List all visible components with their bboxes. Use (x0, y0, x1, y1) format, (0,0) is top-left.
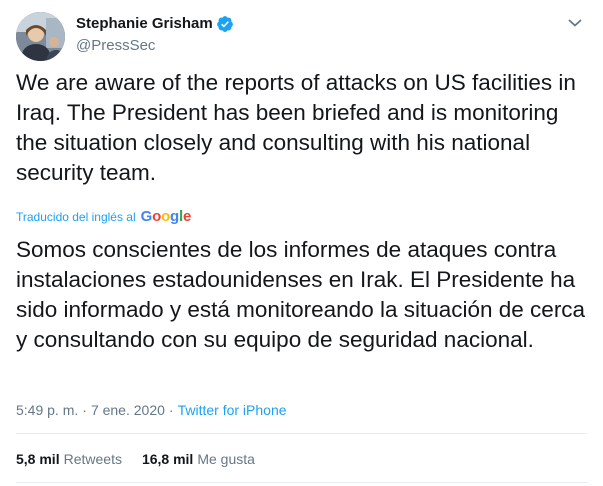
verified-badge-icon (216, 15, 234, 33)
tweet-meta: 5:49 p. m. · 7 ene. 2020 · Twitter for i… (16, 400, 287, 420)
retweets-count: 5,8 mil (16, 451, 60, 467)
google-logo: Google (140, 208, 192, 225)
likes-label: Me gusta (197, 451, 255, 467)
chevron-down-icon[interactable] (566, 14, 584, 32)
display-name[interactable]: Stephanie Grisham (76, 14, 213, 34)
divider (16, 433, 587, 434)
avatar[interactable] (16, 12, 65, 61)
likes-count: 16,8 mil (141, 451, 194, 467)
tweet-text: We are aware of the reports of attacks o… (16, 70, 576, 185)
meta-separator-2: · (168, 402, 174, 418)
tweet-stats: 5,8 mil Retweets 16,8 mil Me gusta (16, 449, 275, 469)
meta-separator: · (82, 402, 87, 418)
likes-stat[interactable]: 16,8 mil Me gusta (142, 449, 255, 469)
tweet-card: Stephanie Grisham @PressSec We are aware… (0, 0, 603, 486)
tweet-time[interactable]: 5:49 p. m. (16, 400, 78, 420)
translated-label-text: Traducido del inglés al (16, 210, 136, 224)
handle[interactable]: @PressSec (76, 36, 155, 56)
retweets-label: Retweets (63, 451, 122, 467)
divider (16, 482, 587, 483)
tweet-date[interactable]: 7 ene. 2020 (91, 400, 165, 420)
author-name-row[interactable]: Stephanie Grisham (76, 14, 234, 34)
tweet-source[interactable]: Twitter for iPhone (178, 400, 287, 420)
translation-text: Somos conscientes de los informes de ata… (16, 237, 586, 352)
retweets-stat[interactable]: 5,8 mil Retweets (16, 449, 122, 469)
avatar-image (16, 12, 65, 61)
translated-from-label[interactable]: Traducido del inglés al Google (16, 209, 191, 225)
